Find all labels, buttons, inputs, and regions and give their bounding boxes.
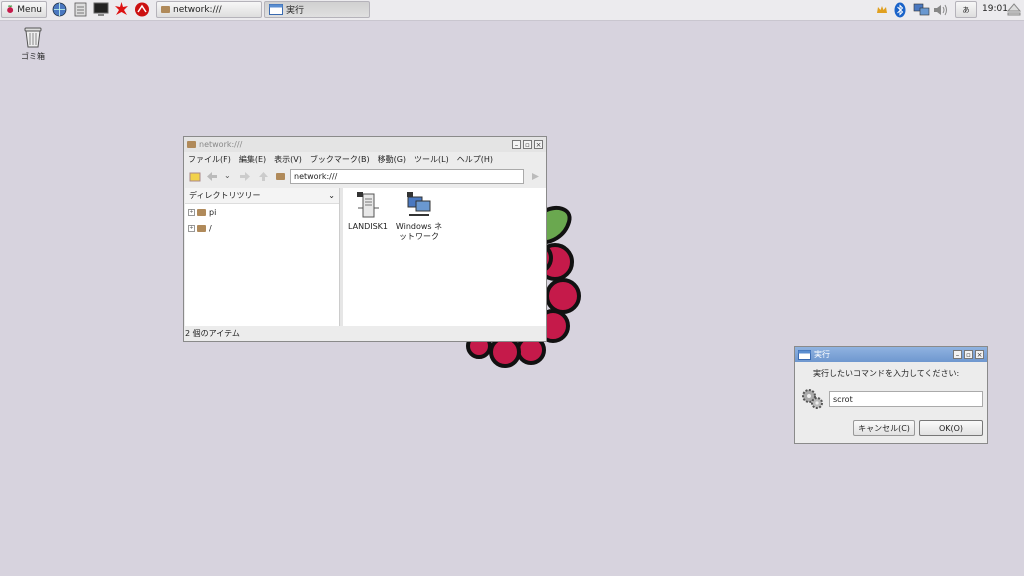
home-folder-icon[interactable]	[276, 173, 285, 180]
file-item-label: Windows ネットワーク	[395, 222, 443, 241]
window-title: network:///	[199, 140, 243, 149]
title-bar[interactable]: network:/// – ▫ ×	[184, 137, 546, 152]
menu-go[interactable]: 移動(G)	[378, 154, 406, 165]
raspberry-icon	[7, 5, 14, 14]
menu-view[interactable]: 表示(V)	[274, 154, 302, 165]
close-button[interactable]: ×	[534, 140, 543, 149]
bluetooth-icon[interactable]	[894, 2, 906, 18]
file-manager-window: network:/// – ▫ × ファイル(F) 編集(E) 表示(V) ブッ…	[183, 136, 547, 342]
tree-item-pi[interactable]: + pi	[185, 204, 339, 220]
run-dialog: 実行 – ▫ × 実行したいコマンドを入力してください: scrot キャンセル…	[794, 346, 988, 444]
cancel-button-label: キャンセル(C)	[858, 423, 910, 433]
menu-help[interactable]: ヘルプ(H)	[457, 154, 493, 165]
crown-icon[interactable]	[876, 4, 888, 16]
menu-label: Menu	[17, 4, 42, 15]
volume-icon[interactable]	[933, 3, 949, 17]
file-item-windows-network[interactable]: Windows ネットワーク	[395, 191, 443, 242]
title-bar[interactable]: 実行 – ▫ ×	[795, 347, 987, 362]
trash-icon	[24, 27, 42, 48]
close-button[interactable]: ×	[975, 350, 984, 359]
folder-icon	[197, 208, 206, 216]
menu-bookmarks[interactable]: ブックマーク(B)	[310, 154, 370, 165]
sidebar-panel: ディレクトリツリー ⌄ + pi + /	[185, 188, 340, 326]
network-icon[interactable]	[912, 2, 930, 18]
command-input[interactable]: scrot	[829, 391, 983, 407]
dialog-prompt: 実行したいコマンドを入力してください:	[813, 369, 960, 378]
toolbar: ⌄ network:///	[184, 167, 546, 187]
up-icon[interactable]	[258, 171, 269, 182]
minimize-button[interactable]: –	[953, 350, 962, 359]
task-run-dialog[interactable]: 実行	[264, 1, 370, 18]
maximize-button[interactable]: ▫	[964, 350, 973, 359]
mathematica-icon[interactable]	[114, 2, 129, 17]
status-text: 2 個のアイテム	[185, 329, 240, 338]
network-computers-icon	[407, 192, 431, 216]
sidebar-header-label: ディレクトリツリー	[189, 191, 261, 200]
cancel-button[interactable]: キャンセル(C)	[853, 420, 915, 436]
menu-edit[interactable]: 編集(E)	[239, 154, 266, 165]
menu-bar: ファイル(F) 編集(E) 表示(V) ブックマーク(B) 移動(G) ツール(…	[184, 152, 546, 167]
tree-item-root[interactable]: + /	[185, 220, 339, 236]
sidebar-header[interactable]: ディレクトリツリー ⌄	[185, 188, 339, 204]
file-view: LANDISK1 Windows ネットワーク	[343, 188, 546, 326]
ok-button-label: OK(O)	[938, 423, 964, 433]
forward-icon[interactable]	[239, 171, 251, 182]
expander-icon[interactable]: +	[188, 224, 195, 232]
input-method-indicator[interactable]: あ	[955, 1, 977, 18]
window-icon	[269, 4, 283, 15]
file-manager-icon[interactable]	[73, 2, 88, 17]
task-label: network:///	[173, 4, 222, 15]
wolfram-icon[interactable]	[134, 2, 150, 17]
clock: 19:01	[982, 4, 1008, 14]
back-icon[interactable]	[206, 171, 218, 182]
window-icon	[798, 349, 811, 360]
input-method-label: あ	[962, 5, 970, 14]
minimize-button[interactable]: –	[512, 140, 521, 149]
tree-item-label: /	[209, 223, 212, 233]
dialog-title: 実行	[814, 350, 830, 359]
file-item-landisk[interactable]: LANDISK1	[346, 191, 390, 232]
menu-tools[interactable]: ツール(L)	[414, 154, 449, 165]
menu-file[interactable]: ファイル(F)	[188, 154, 231, 165]
menu-button[interactable]: Menu	[1, 1, 47, 18]
folder-icon	[161, 6, 170, 13]
command-input-value: scrot	[833, 395, 853, 404]
new-tab-icon[interactable]	[189, 171, 201, 182]
go-icon[interactable]	[530, 171, 541, 182]
task-label: 実行	[286, 6, 305, 16]
server-icon	[357, 192, 379, 218]
taskbar: Menu network:/// 実行 あ 19:01	[0, 0, 1024, 21]
location-value: network:///	[294, 172, 338, 181]
gears-icon	[802, 389, 823, 409]
location-bar[interactable]: network:///	[290, 169, 524, 184]
tree-item-label: pi	[209, 207, 217, 217]
web-browser-icon[interactable]	[52, 2, 67, 17]
desktop-trash[interactable]: ゴミ箱	[16, 24, 50, 62]
chevron-down-icon: ⌄	[328, 191, 335, 200]
file-item-label: LANDISK1	[347, 222, 389, 231]
task-file-manager[interactable]: network:///	[156, 1, 262, 18]
trash-label: ゴミ箱	[21, 52, 45, 61]
folder-icon	[187, 141, 196, 148]
maximize-button[interactable]: ▫	[523, 140, 532, 149]
expander-icon[interactable]: +	[188, 208, 195, 216]
folder-icon	[197, 224, 206, 232]
eject-icon[interactable]	[1007, 3, 1021, 16]
history-dropdown-icon[interactable]: ⌄	[224, 171, 231, 180]
status-bar: 2 個のアイテム	[185, 327, 545, 340]
ok-button[interactable]: OK(O)	[919, 420, 983, 436]
terminal-icon[interactable]	[93, 2, 109, 17]
